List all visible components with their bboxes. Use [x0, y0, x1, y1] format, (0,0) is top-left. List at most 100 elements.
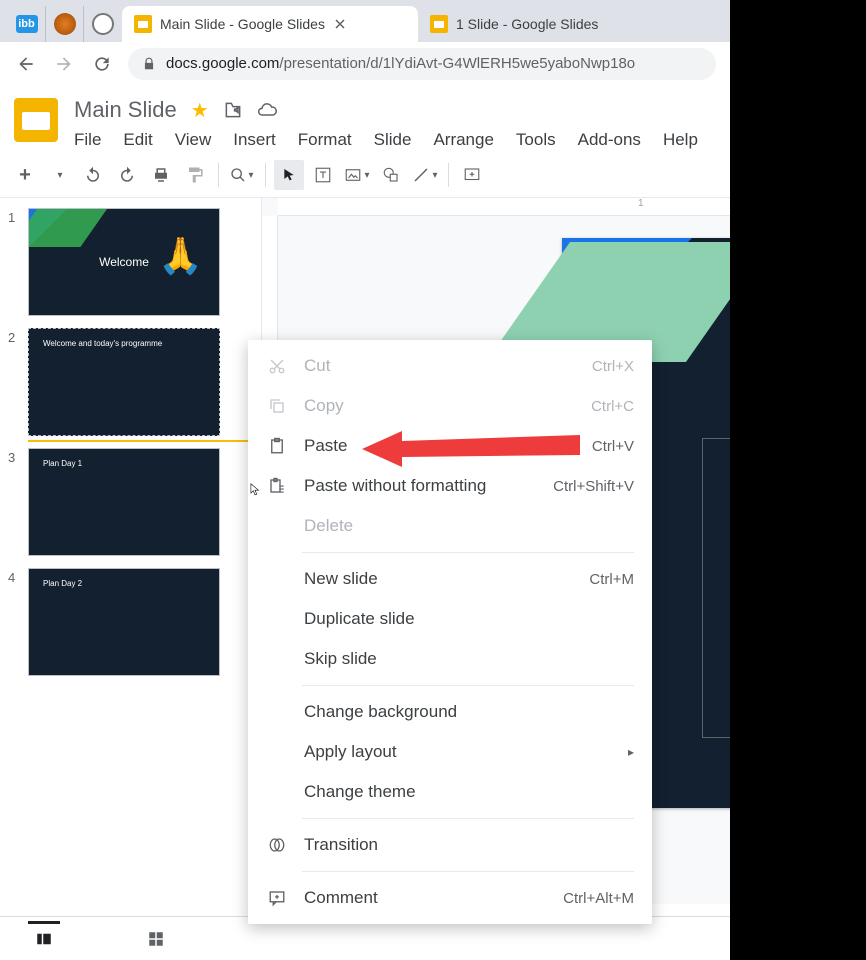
ctx-label: Paste without formatting [304, 476, 537, 496]
close-icon[interactable] [333, 17, 347, 31]
browser-tab-inactive[interactable]: 1 Slide - Google Slides [418, 6, 648, 42]
ctx-label: Cut [304, 356, 576, 376]
slide-number: 1 [8, 208, 20, 225]
ctx-item-apply-layout[interactable]: Apply layout▸ [248, 732, 652, 772]
paint-format-button[interactable] [180, 160, 210, 190]
slide-thumbnail[interactable]: Plan Day 1 [28, 448, 220, 556]
tab-label: Main Slide - Google Slides [160, 16, 325, 32]
slides-app-icon[interactable] [14, 98, 58, 142]
menu-separator [302, 871, 634, 872]
slide-number: 2 [8, 328, 20, 345]
ctx-item-change-theme[interactable]: Change theme [248, 772, 652, 812]
paste-icon [266, 435, 288, 457]
menu-tools[interactable]: Tools [516, 130, 556, 150]
slide-thumb-row[interactable]: 1 Welcome 🙏 [8, 208, 253, 316]
horizontal-ruler: 1 [278, 198, 730, 216]
ctx-shortcut: Ctrl+Shift+V [553, 478, 634, 495]
blank-icon [266, 568, 288, 590]
blank-icon [266, 781, 288, 803]
menu-file[interactable]: File [74, 130, 101, 150]
cloud-status-icon[interactable] [257, 100, 277, 120]
ctx-item-skip-slide[interactable]: Skip slide [248, 639, 652, 679]
chevron-right-icon: ▸ [628, 745, 634, 759]
undo-button[interactable] [78, 160, 108, 190]
redo-button[interactable] [112, 160, 142, 190]
slide-thumb-row[interactable]: 4 Plan Day 2 [8, 568, 253, 676]
comment-icon [266, 887, 288, 909]
ctx-shortcut: Ctrl+C [591, 398, 634, 415]
ctx-item-change-background[interactable]: Change background [248, 692, 652, 732]
transition-icon [266, 834, 288, 856]
slide-thumbnail[interactable]: Welcome and today's programme [28, 328, 220, 436]
canvas-textbox[interactable] [702, 438, 730, 738]
blank-icon [266, 741, 288, 763]
menu-addons[interactable]: Add-ons [578, 130, 641, 150]
slide-thumb-row[interactable]: 3 Plan Day 1 [8, 448, 253, 556]
ctx-item-duplicate-slide[interactable]: Duplicate slide [248, 599, 652, 639]
menu-help[interactable]: Help [663, 130, 698, 150]
ctx-label: Paste [304, 436, 576, 456]
ctx-item-cut: CutCtrl+X [248, 346, 652, 386]
pinned-tab-3[interactable] [84, 6, 122, 42]
ctx-shortcut: Ctrl+Alt+M [563, 890, 634, 907]
back-button[interactable] [14, 52, 38, 76]
insertion-indicator [28, 440, 252, 442]
line-tool[interactable]: ▾ [410, 160, 440, 190]
menu-view[interactable]: View [175, 130, 212, 150]
image-tool[interactable]: ▾ [342, 160, 372, 190]
move-icon[interactable] [223, 100, 243, 120]
browser-toolbar: docs.google.com/presentation/d/1lYdiAvt-… [0, 42, 730, 86]
filmstrip-view-button[interactable] [28, 921, 60, 953]
ctx-label: New slide [304, 569, 573, 589]
blank-icon [266, 608, 288, 630]
browser-tab-active[interactable]: Main Slide - Google Slides [122, 6, 418, 42]
menu-slide[interactable]: Slide [374, 130, 412, 150]
ctx-item-paste[interactable]: Paste Ctrl+V [248, 426, 652, 466]
hands-icon: 🙏 [158, 235, 203, 277]
menu-arrange[interactable]: Arrange [433, 130, 493, 150]
menu-insert[interactable]: Insert [233, 130, 276, 150]
ctx-item-new-slide[interactable]: New slideCtrl+M [248, 559, 652, 599]
grid-view-button[interactable] [140, 923, 172, 955]
zoom-button[interactable]: ▾ [227, 160, 257, 190]
ctx-item-transition[interactable]: Transition [248, 825, 652, 865]
print-button[interactable] [146, 160, 176, 190]
new-slide-dd[interactable]: ▾ [44, 160, 74, 190]
slide-thumb-row[interactable]: 2 Welcome and today's programme [8, 328, 253, 436]
paste-nf-icon [266, 475, 288, 497]
ctx-shortcut: Ctrl+V [592, 438, 634, 455]
document-title[interactable]: Main Slide [74, 97, 177, 123]
new-slide-button[interactable]: + [10, 160, 40, 190]
menu-format[interactable]: Format [298, 130, 352, 150]
reload-button[interactable] [90, 52, 114, 76]
tab-label: 1 Slide - Google Slides [456, 16, 598, 32]
star-icon[interactable]: ★ [191, 98, 209, 123]
ctx-label: Transition [304, 835, 634, 855]
ctx-label: Change background [304, 702, 634, 722]
select-tool[interactable] [274, 160, 304, 190]
thumb-text: Welcome and today's programme [43, 339, 162, 348]
slide-thumbnail[interactable]: Welcome 🙏 [28, 208, 220, 316]
ctx-label: Skip slide [304, 649, 634, 669]
slide-number: 3 [8, 448, 20, 465]
ctx-item-paste-without-formatting[interactable]: Paste without formatting Ctrl+Shift+V [248, 466, 652, 506]
textbox-tool[interactable] [308, 160, 338, 190]
menu-separator [302, 818, 634, 819]
lock-icon [142, 57, 156, 71]
url-path: /presentation/d/1lYdiAvt-G4WlERH5we5yabo… [279, 55, 635, 72]
toolbar: + ▾ ▾ ▾ ▾ [0, 152, 730, 198]
ctx-item-comment[interactable]: CommentCtrl+Alt+M [248, 878, 652, 918]
forward-button[interactable] [52, 52, 76, 76]
pinned-tab-2[interactable] [46, 6, 84, 42]
menu-edit[interactable]: Edit [123, 130, 152, 150]
slide-thumbnail[interactable]: Plan Day 2 [28, 568, 220, 676]
address-bar[interactable]: docs.google.com/presentation/d/1lYdiAvt-… [128, 48, 716, 80]
menu-separator [302, 552, 634, 553]
shape-tool[interactable] [376, 160, 406, 190]
comment-tool[interactable] [457, 160, 487, 190]
filmstrip-panel[interactable]: 1 Welcome 🙏 2 Welcome and today's progra… [0, 198, 262, 904]
ctx-item-delete: Delete [248, 506, 652, 546]
pinned-tab-1[interactable]: ibb [8, 6, 46, 42]
thumb-text: Plan Day 1 [43, 459, 82, 468]
thumb-text: Welcome [99, 255, 149, 269]
